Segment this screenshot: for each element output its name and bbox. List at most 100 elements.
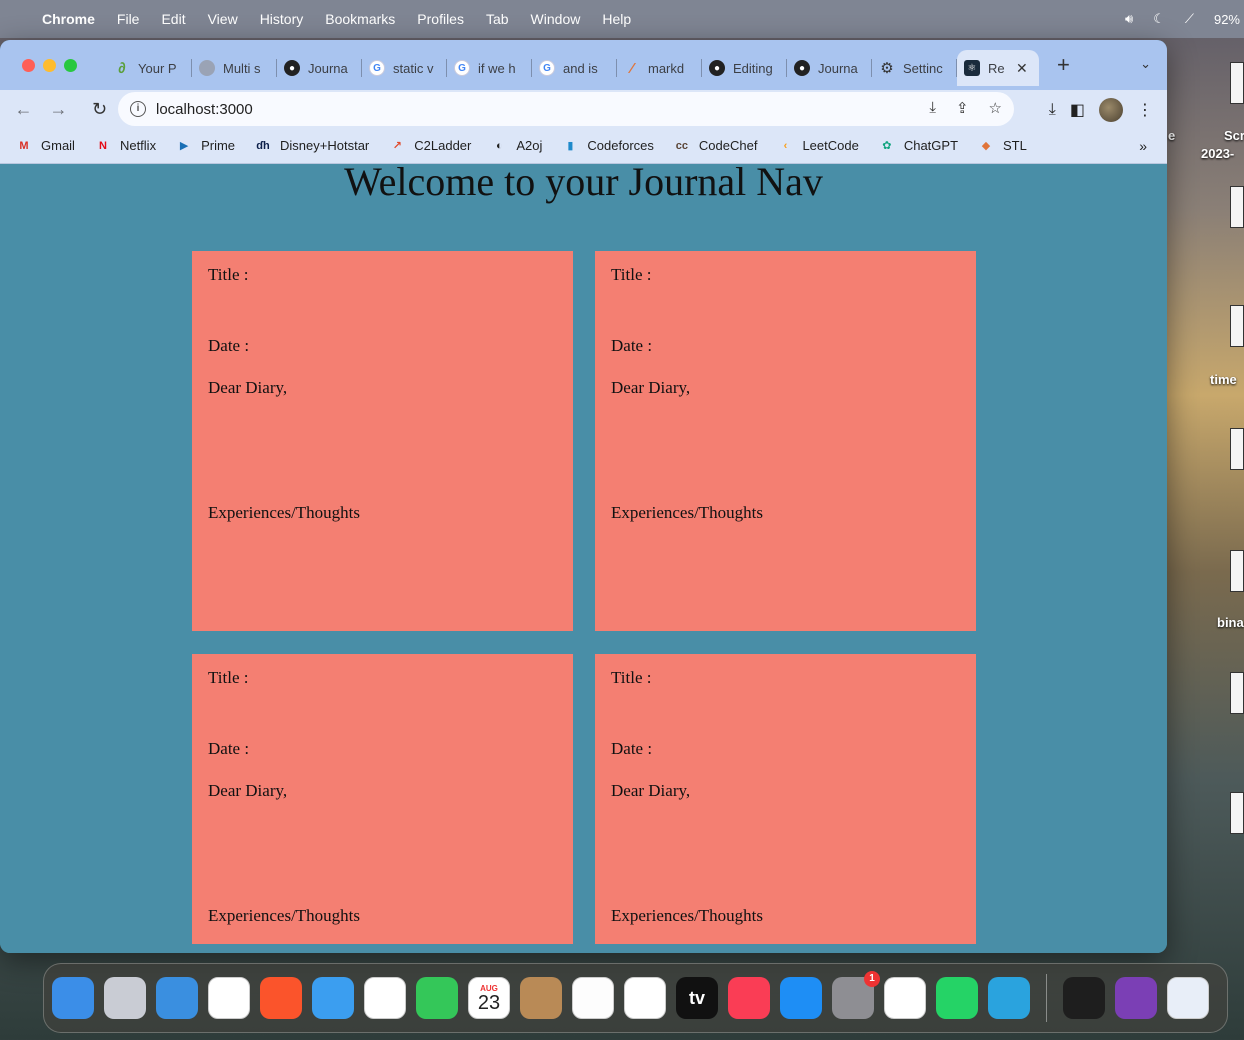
bookmark-10[interactable]: ◆ STL <box>978 138 1027 154</box>
bookmark-9[interactable]: ✿ ChatGPT <box>879 138 958 154</box>
desktop-file-thumbnail[interactable] <box>1230 672 1244 714</box>
bookmark-star-icon[interactable]: ☆ <box>989 99 1002 117</box>
card-greeting: Dear Diary, <box>208 378 288 397</box>
tab-5[interactable]: Gand is <box>532 50 617 86</box>
vscode-icon[interactable] <box>884 977 926 1019</box>
desktop-label[interactable]: Scr <box>1224 128 1244 143</box>
tab-1[interactable]: Multi s <box>192 50 277 86</box>
downloads-icon[interactable]: ⤓ <box>1049 101 1056 119</box>
tab-3[interactable]: Gstatic v <box>362 50 447 86</box>
side-panel-icon[interactable]: ◧ <box>1070 100 1085 120</box>
bookmark-label: Codeforces <box>587 138 654 153</box>
back-button[interactable]: ← <box>6 99 41 120</box>
install-app-icon[interactable]: ⤓ <box>929 99 936 117</box>
finder-icon[interactable] <box>52 977 94 1019</box>
tab-label: Settinc <box>903 60 943 76</box>
chevron-down-icon[interactable]: ⌄ <box>1140 56 1151 72</box>
kebab-menu-icon[interactable]: ⋮ <box>1137 100 1153 120</box>
card-title-label: Title : <box>611 668 652 687</box>
facetime-icon[interactable] <box>416 977 458 1019</box>
forward-button[interactable]: → <box>41 99 76 120</box>
bookmark-4[interactable]: ↗ C2Ladder <box>389 138 472 154</box>
desktop-label[interactable]: 2023- <box>1201 146 1234 161</box>
launchpad-icon[interactable] <box>104 977 146 1019</box>
photos-icon[interactable] <box>364 977 406 1019</box>
volume-icon[interactable]: 🔊︎ <box>1125 11 1133 27</box>
menu-app-chrome[interactable]: Chrome <box>42 11 95 27</box>
preview-icon[interactable] <box>1167 977 1209 1019</box>
calendar-icon[interactable]: AUG 23 <box>468 977 510 1019</box>
menu-file[interactable]: File <box>117 11 140 27</box>
avatar[interactable] <box>1099 98 1123 122</box>
tab-label: Multi s <box>223 60 261 76</box>
desktop-label[interactable]: time <box>1210 372 1237 387</box>
notes-icon[interactable] <box>572 977 614 1019</box>
menu-view[interactable]: View <box>208 11 238 27</box>
music-icon[interactable] <box>728 977 770 1019</box>
address-bar[interactable]: i localhost:3000 ⤓ ⇪ ☆ <box>118 92 1014 126</box>
menu-help[interactable]: Help <box>602 11 631 27</box>
bookmark-8[interactable]: ‹ LeetCode <box>777 138 859 154</box>
bookmark-1[interactable]: N Netflix <box>95 138 156 154</box>
close-tab-icon[interactable]: ✕ <box>1016 60 1028 77</box>
menu-bookmarks[interactable]: Bookmarks <box>325 11 395 27</box>
tab-4[interactable]: Gif we h <box>447 50 532 86</box>
reload-button[interactable]: ↻ <box>82 99 117 120</box>
menu-history[interactable]: History <box>260 11 304 27</box>
bookmark-6[interactable]: ▮ Codeforces <box>562 138 654 154</box>
moon-icon[interactable]: ☾ <box>1153 11 1165 27</box>
tab-active[interactable]: ⚛ Re ✕ <box>957 50 1039 86</box>
desktop-file-thumbnail[interactable] <box>1230 186 1244 228</box>
bookmark-0[interactable]: M Gmail <box>16 138 75 154</box>
whatsapp-icon[interactable] <box>936 977 978 1019</box>
tab-2[interactable]: ● Journa <box>277 50 362 86</box>
bookmark-3[interactable]: ɗh Disney+Hotstar <box>255 138 369 154</box>
chrome-icon[interactable] <box>208 977 250 1019</box>
github-desktop-icon[interactable] <box>1115 977 1157 1019</box>
desktop-file-thumbnail[interactable] <box>1230 428 1244 470</box>
desktop-file-thumbnail[interactable] <box>1230 305 1244 347</box>
codeforces-icon: ▮ <box>567 140 574 152</box>
safari-icon[interactable] <box>156 977 198 1019</box>
more-bookmarks-icon[interactable]: » <box>1139 138 1147 154</box>
terminal-icon[interactable] <box>1063 977 1105 1019</box>
brave-icon[interactable] <box>260 977 302 1019</box>
new-tab-button[interactable]: + <box>1057 52 1070 78</box>
tab-9[interactable]: ⚙ Settinc <box>872 50 957 86</box>
codechef-icon: cc <box>675 139 689 152</box>
battery-percent[interactable]: 92% <box>1214 12 1240 27</box>
desktop-file-thumbnail[interactable] <box>1230 792 1244 834</box>
desktop-file-thumbnail[interactable] <box>1230 62 1244 104</box>
wifi-off-icon[interactable]: ⟋ <box>1185 11 1194 27</box>
tab-7[interactable]: ● Editing <box>702 50 787 86</box>
tab-6[interactable]: ⁄ markd <box>617 50 702 86</box>
appletv-icon[interactable]: tv <box>676 977 718 1019</box>
desktop-file-thumbnail[interactable] <box>1230 550 1244 592</box>
telegram-icon[interactable] <box>988 977 1030 1019</box>
share-icon[interactable]: ⇪ <box>956 99 969 117</box>
bookmark-7[interactable]: cc CodeChef <box>674 138 758 154</box>
zoom-window-button[interactable] <box>64 58 77 72</box>
tab-8[interactable]: ● Journa <box>787 50 872 86</box>
menu-tab[interactable]: Tab <box>486 11 509 27</box>
bookmark-5[interactable]: ◐ A2oj <box>491 138 542 154</box>
appstore-icon[interactable] <box>780 977 822 1019</box>
desktop-label[interactable]: e <box>1168 128 1175 143</box>
minimize-window-button[interactable] <box>43 58 56 72</box>
chatgpt-icon: ✿ <box>882 140 892 152</box>
avocado-icon: ∂ <box>118 59 126 77</box>
contacts-icon[interactable] <box>520 977 562 1019</box>
toolbar-actions: ⤓ ◧ ⋮ <box>1049 98 1153 122</box>
site-info-icon[interactable]: i <box>130 101 146 117</box>
url-text[interactable]: localhost:3000 <box>156 101 253 118</box>
desktop-label[interactable]: bina <box>1217 615 1244 630</box>
menu-edit[interactable]: Edit <box>161 11 185 27</box>
menu-profiles[interactable]: Profiles <box>417 11 464 27</box>
close-window-button[interactable] <box>22 58 35 72</box>
settings-icon[interactable]: 1 <box>832 971 880 1019</box>
menu-window[interactable]: Window <box>531 11 581 27</box>
bookmark-2[interactable]: ▶ Prime <box>176 138 235 154</box>
freeform-icon[interactable] <box>624 977 666 1019</box>
mail-icon[interactable] <box>312 977 354 1019</box>
tab-0[interactable]: ∂ Your P <box>107 50 192 86</box>
